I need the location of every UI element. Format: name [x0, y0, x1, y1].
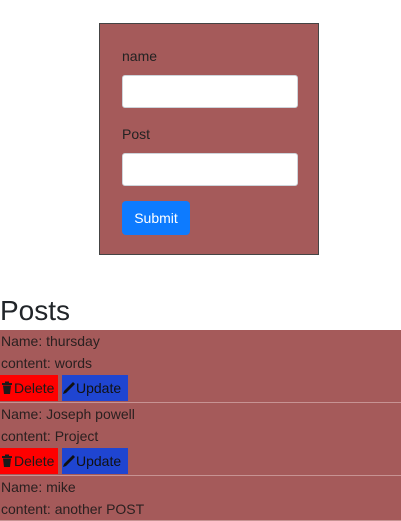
pencil-icon: [62, 454, 76, 468]
submit-button[interactable]: Submit: [122, 201, 190, 235]
post-item: Name: mike content: another POST: [0, 476, 401, 521]
post-content: content: words: [1, 355, 93, 371]
delete-button[interactable]: Delete: [0, 375, 58, 401]
name-label: name: [122, 48, 158, 64]
post-name: Name: thursday: [1, 333, 100, 349]
post-name: Name: mike: [1, 479, 76, 495]
update-button[interactable]: Update: [62, 448, 128, 474]
update-label: Update: [76, 453, 122, 469]
post-actions: Delete Update: [0, 374, 401, 402]
name-input[interactable]: [122, 75, 298, 108]
delete-label: Delete: [14, 380, 55, 396]
post-item: Name: thursday content: words Delete Upd…: [0, 330, 401, 403]
delete-button[interactable]: Delete: [0, 448, 58, 474]
post-label: Post: [122, 126, 151, 142]
posts-list: Name: thursday content: words Delete Upd…: [0, 330, 401, 521]
trash-icon: [0, 454, 14, 468]
post-actions: Delete Update: [0, 447, 401, 475]
update-button[interactable]: Update: [62, 375, 128, 401]
posts-heading: Posts: [0, 295, 71, 326]
pencil-icon: [62, 381, 76, 395]
update-label: Update: [76, 380, 122, 396]
delete-label: Delete: [14, 453, 55, 469]
post-name: Name: Joseph powell: [1, 406, 135, 422]
post-form: name Post Submit: [99, 23, 319, 255]
trash-icon: [0, 381, 14, 395]
post-item: Name: Joseph powell content: Project Del…: [0, 403, 401, 476]
post-input[interactable]: [122, 153, 298, 186]
post-content: content: Project: [1, 428, 99, 444]
